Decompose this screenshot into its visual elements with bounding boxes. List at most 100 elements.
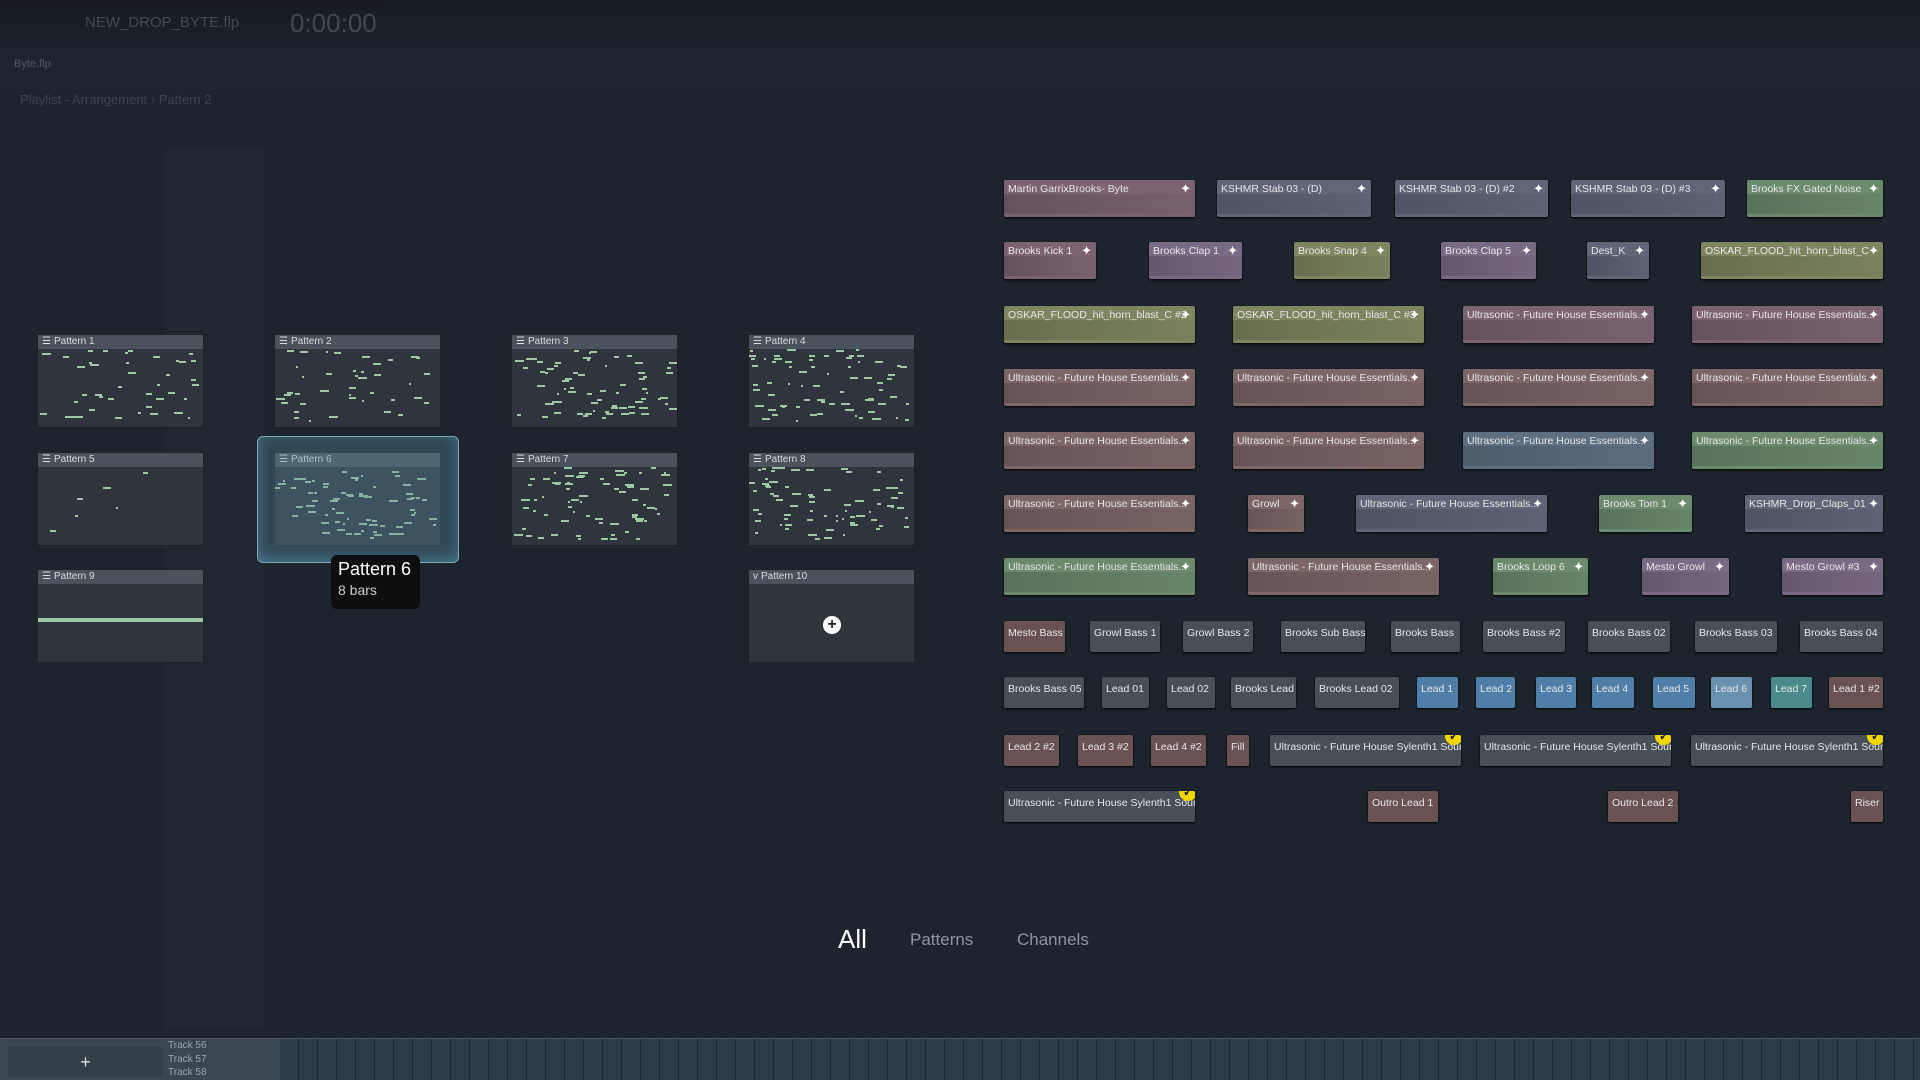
channel-clip[interactable]: Lead 4: [1592, 677, 1634, 708]
audio-clip[interactable]: Martin GarrixBrooks- Byte ✦: [1004, 180, 1195, 217]
note: [294, 417, 299, 419]
channel-clip[interactable]: Brooks Bass: [1391, 621, 1460, 652]
tab-patterns[interactable]: Patterns: [910, 930, 973, 950]
audio-clip[interactable]: Ultrasonic - Future House Essentials.. ✦: [1356, 495, 1547, 532]
pattern-card[interactable]: ☰ Pattern 4: [748, 334, 915, 428]
audio-clip[interactable]: Ultrasonic - Future House Essentials.. ✦: [1004, 432, 1195, 469]
audio-clip[interactable]: Dest_K ✦: [1587, 242, 1649, 279]
waveform: [1692, 320, 1883, 340]
note: [576, 535, 581, 537]
audio-clip[interactable]: Brooks Clap 1 ✦: [1149, 242, 1242, 279]
note: [523, 367, 528, 369]
channel-clip[interactable]: Lead 3: [1536, 677, 1576, 708]
audio-clip[interactable]: Ultrasonic - Future House Essentials.. ✦: [1692, 369, 1883, 406]
channel-clip[interactable]: Growl Bass 1: [1090, 621, 1160, 652]
clip-label: Brooks Bass 05: [1008, 683, 1082, 695]
pattern-card[interactable]: ☰ Pattern 3: [511, 334, 678, 428]
note: [755, 532, 758, 534]
note: [890, 396, 897, 398]
pattern-card[interactable]: ☰ Pattern 1: [37, 334, 204, 428]
audio-clip[interactable]: Brooks Snap 4 ✦: [1294, 242, 1390, 279]
channel-clip[interactable]: Lead 1 #2: [1829, 677, 1883, 708]
channel-clip[interactable]: Lead 1: [1417, 677, 1458, 708]
channel-clip[interactable]: Ultrasonic - Future House Sylenth1 Soun ✓: [1270, 735, 1461, 766]
channel-clip[interactable]: Lead 5: [1653, 677, 1695, 708]
audio-clip[interactable]: KSHMR_Drop_Claps_01 ✦: [1745, 495, 1883, 532]
selected-pattern-highlight[interactable]: [257, 436, 459, 563]
audio-clip[interactable]: Ultrasonic - Future House Essentials.. ✦: [1004, 495, 1195, 532]
pattern-card[interactable]: ☰ Pattern 9: [37, 569, 204, 663]
note: [850, 524, 858, 526]
channel-clip[interactable]: Ultrasonic - Future House Sylenth1 Soun ✓: [1004, 791, 1195, 822]
note: [875, 361, 883, 363]
audio-clip[interactable]: Mesto Growl ✦: [1642, 558, 1729, 595]
note: [191, 379, 196, 381]
audio-clip[interactable]: Ultrasonic - Future House Essentials.. ✦: [1463, 369, 1654, 406]
pattern-card[interactable]: ☰ Pattern 2: [274, 334, 441, 428]
note: [643, 504, 646, 506]
audio-clip[interactable]: Ultrasonic - Future House Essentials.. ✦: [1004, 558, 1195, 595]
channel-clip[interactable]: Brooks Bass 02: [1588, 621, 1670, 652]
audio-clip[interactable]: Ultrasonic - Future House Essentials.. ✦: [1463, 306, 1654, 343]
pattern-card[interactable]: ☰ Pattern 8: [748, 452, 915, 546]
audio-clip[interactable]: KSHMR Stab 03 - (D) ✦: [1217, 180, 1371, 217]
audio-clip[interactable]: Ultrasonic - Future House Essentials.. ✦: [1004, 369, 1195, 406]
pattern-card[interactable]: ☰ Pattern 5: [37, 452, 204, 546]
channel-clip[interactable]: Lead 2: [1476, 677, 1515, 708]
audio-clip[interactable]: Ultrasonic - Future House Essentials.. ✦: [1463, 432, 1654, 469]
channel-clip[interactable]: Brooks Bass 03: [1695, 621, 1777, 652]
channel-clip[interactable]: Brooks Sub Bass: [1281, 621, 1365, 652]
channel-clip[interactable]: Ultrasonic - Future House Sylenth1 Soun ✓: [1691, 735, 1883, 766]
channel-clip[interactable]: Brooks Bass 05: [1004, 677, 1084, 708]
tab-all[interactable]: All: [838, 924, 867, 955]
channel-clip[interactable]: Outro Lead 2: [1608, 791, 1678, 822]
audio-clip[interactable]: Brooks Kick 1 ✦: [1004, 242, 1096, 279]
channel-clip[interactable]: Brooks Lead 02: [1315, 677, 1399, 708]
note: [813, 385, 820, 387]
note: [95, 394, 102, 396]
channel-clip[interactable]: Outro Lead 1: [1368, 791, 1438, 822]
channel-clip[interactable]: Fill: [1227, 735, 1249, 766]
channel-clip[interactable]: Growl Bass 2: [1183, 621, 1253, 652]
clip-label: Brooks Lead 02: [1319, 683, 1393, 695]
pattern-header: ☰ Pattern 7: [512, 453, 677, 467]
audio-clip[interactable]: Brooks Loop 6 ✦: [1493, 558, 1588, 595]
audio-wave-icon: ✦: [1639, 307, 1650, 322]
audio-clip[interactable]: Mesto Growl #3 ✦: [1782, 558, 1883, 595]
channel-clip[interactable]: Lead 7: [1771, 677, 1812, 708]
pattern-card[interactable]: ☰ Pattern 7: [511, 452, 678, 546]
audio-clip[interactable]: OSKAR_FLOOD_hit_horn_blast_C #2 ✦: [1004, 306, 1195, 343]
channel-clip[interactable]: Mesto Bass: [1004, 621, 1065, 652]
add-track-button[interactable]: +: [8, 1047, 163, 1077]
channel-clip[interactable]: Lead 3 #2: [1078, 735, 1133, 766]
note: [627, 355, 632, 357]
audio-clip[interactable]: Ultrasonic - Future House Essentials.. ✦: [1692, 306, 1883, 343]
channel-clip[interactable]: Brooks Bass 04: [1800, 621, 1883, 652]
channel-clip[interactable]: Brooks Bass #2: [1483, 621, 1565, 652]
waveform: [1233, 320, 1424, 340]
audio-clip[interactable]: KSHMR Stab 03 - (D) #2 ✦: [1395, 180, 1548, 217]
audio-clip[interactable]: Ultrasonic - Future House Essentials.. ✦: [1233, 432, 1424, 469]
audio-clip[interactable]: Ultrasonic - Future House Essentials.. ✦: [1233, 369, 1424, 406]
audio-clip[interactable]: Ultrasonic - Future House Essentials.. ✦: [1692, 432, 1883, 469]
audio-clip[interactable]: KSHMR Stab 03 - (D) #3 ✦: [1571, 180, 1725, 217]
channel-clip[interactable]: Lead 02: [1167, 677, 1215, 708]
channel-clip[interactable]: Ultrasonic - Future House Sylenth1 Soun ✓: [1480, 735, 1671, 766]
audio-clip[interactable]: OSKAR_FLOOD_hit_horn_blast_C #3 ✦: [1233, 306, 1424, 343]
note: [602, 417, 606, 419]
audio-clip[interactable]: Growl ✦: [1248, 495, 1304, 532]
audio-clip[interactable]: Brooks Tom 1 ✦: [1599, 495, 1692, 532]
audio-clip[interactable]: Ultrasonic - Future House Essentials.. ✦: [1248, 558, 1439, 595]
add-pattern-icon[interactable]: +: [823, 616, 841, 634]
channel-clip[interactable]: Lead 4 #2: [1151, 735, 1206, 766]
channel-clip[interactable]: Lead 2 #2: [1004, 735, 1059, 766]
audio-clip[interactable]: Brooks Clap 5 ✦: [1441, 242, 1536, 279]
audio-clip[interactable]: OSKAR_FLOOD_hit_horn_blast_C ✦: [1701, 242, 1883, 279]
audio-clip[interactable]: Brooks FX Gated Noise ✦: [1747, 180, 1883, 217]
playlist-grid[interactable]: [280, 1039, 1920, 1080]
channel-clip[interactable]: Lead 01: [1102, 677, 1149, 708]
channel-clip[interactable]: Brooks Lead: [1231, 677, 1296, 708]
tab-channels[interactable]: Channels: [1017, 930, 1089, 950]
channel-clip[interactable]: Riser: [1851, 791, 1883, 822]
channel-clip[interactable]: Lead 6: [1711, 677, 1752, 708]
